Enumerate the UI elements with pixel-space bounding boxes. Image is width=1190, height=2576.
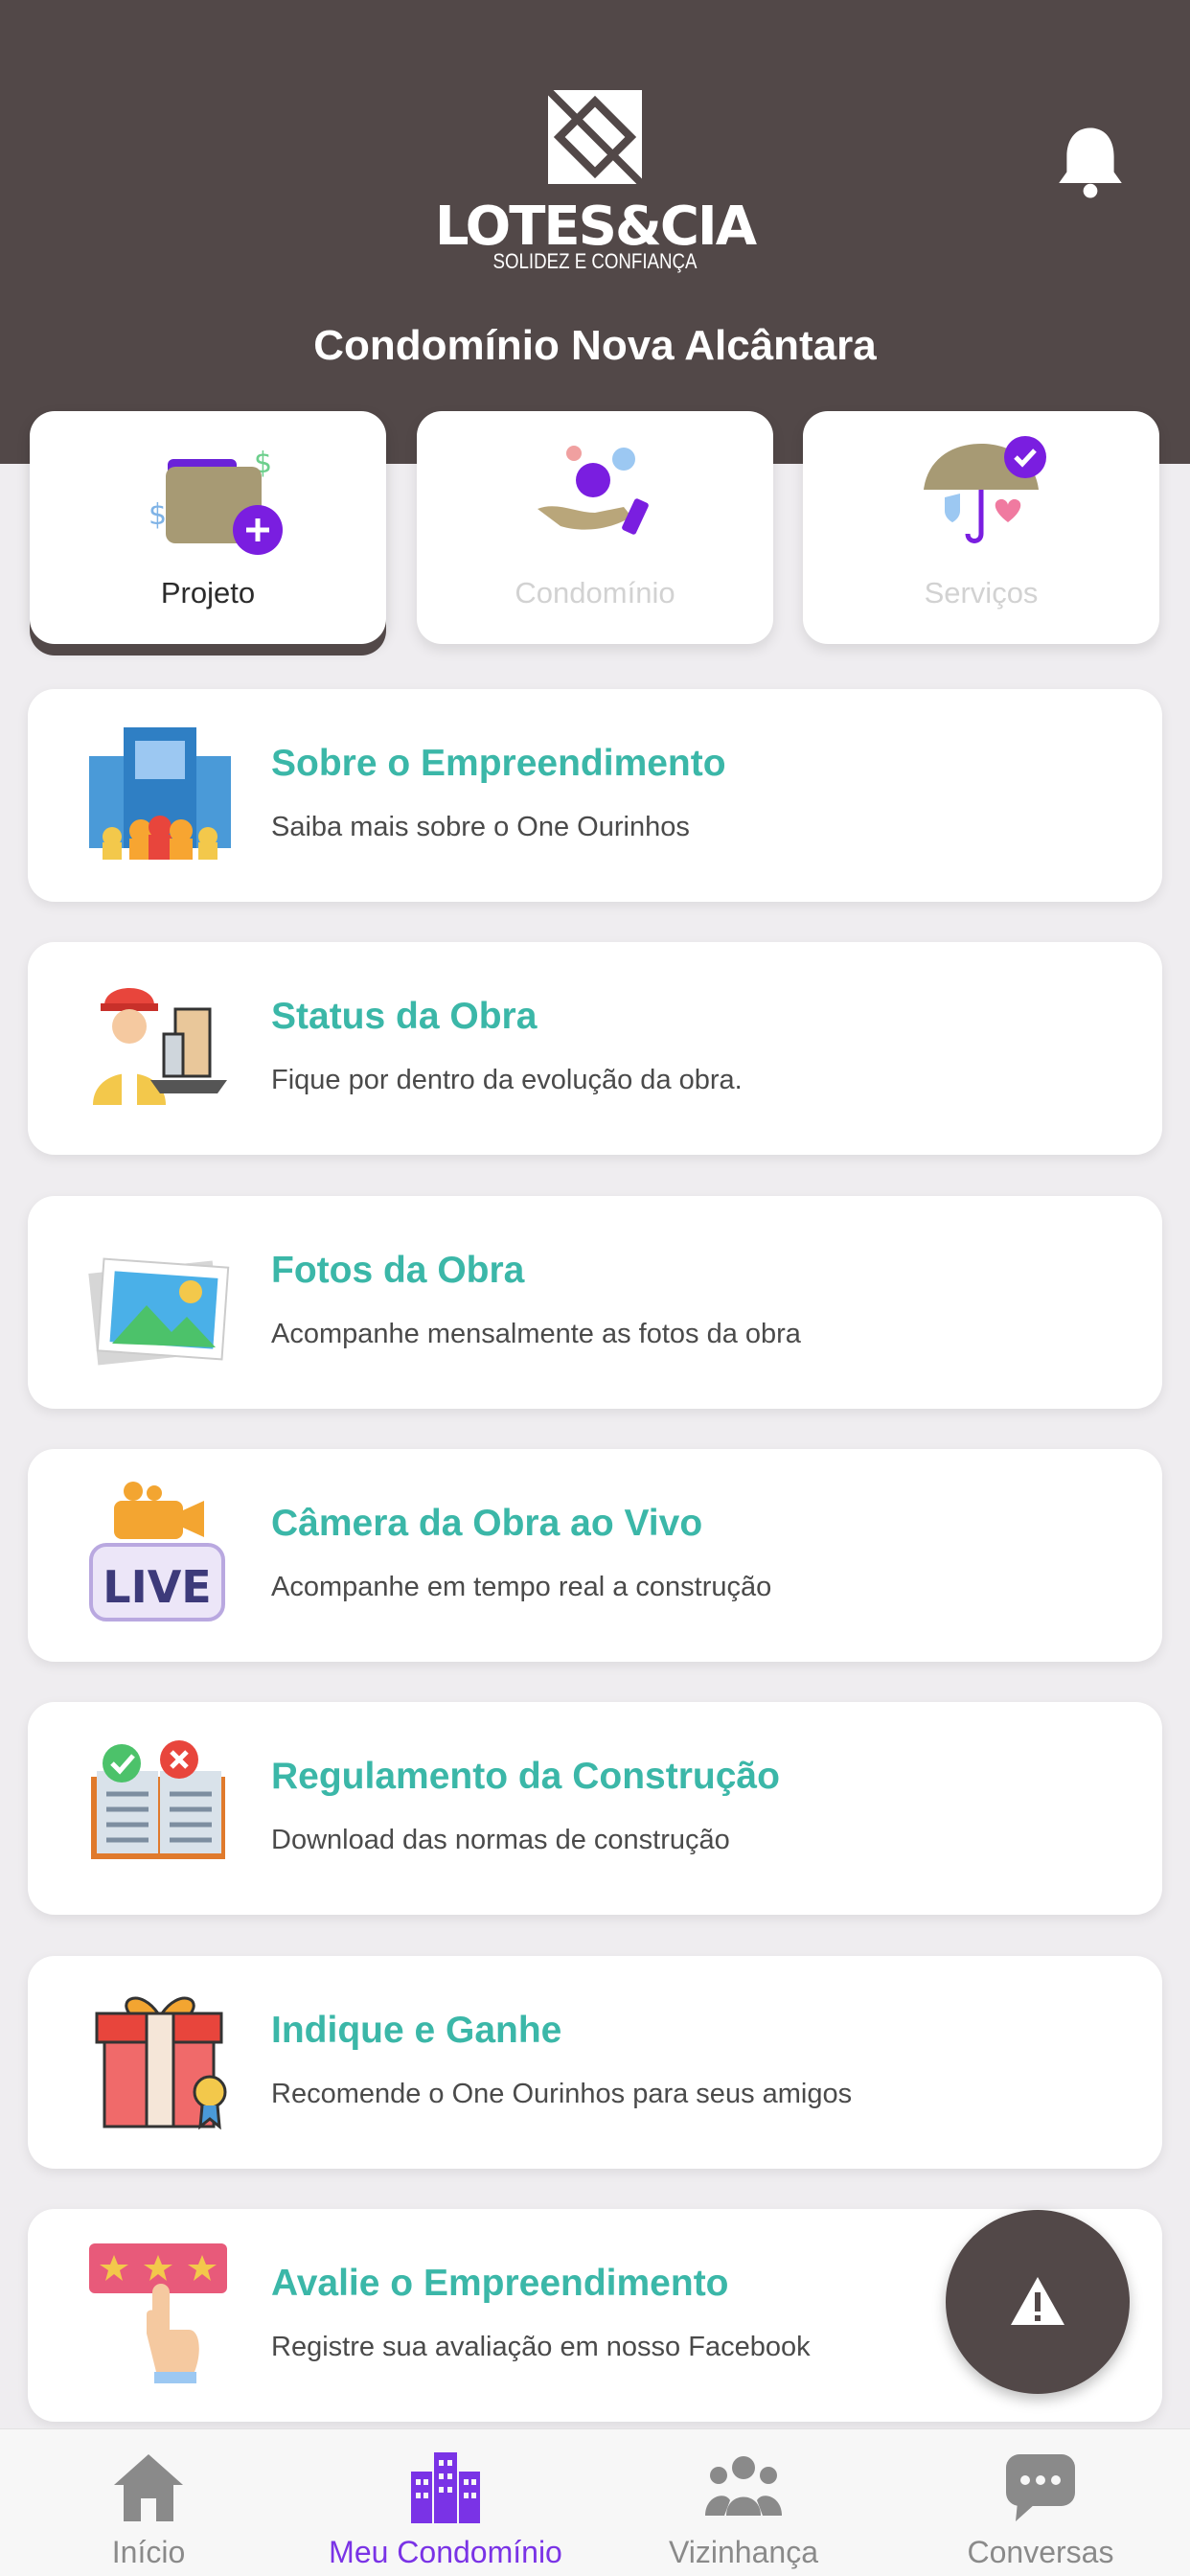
- nav-inicio[interactable]: Início: [0, 2429, 297, 2576]
- gift-icon: [95, 1996, 227, 2130]
- report-problem-button[interactable]: [946, 2210, 1130, 2394]
- logo-mark-icon: [548, 90, 642, 184]
- nav-label: Meu Condomínio: [329, 2535, 562, 2569]
- nav-label: Conversas: [967, 2535, 1114, 2569]
- construction-worker-icon: [93, 988, 227, 1105]
- nav-meu-condominio[interactable]: Meu Condomínio: [297, 2429, 594, 2576]
- logo-tagline: SOLIDEZ E CONFIANÇA: [492, 249, 698, 273]
- nav-conversas[interactable]: Conversas: [892, 2429, 1189, 2576]
- tab-projeto-label: Projeto: [160, 576, 256, 610]
- menu-item-sobre-empreendimento[interactable]: Sobre o Empreendimento Saiba mais sobre …: [28, 689, 1162, 902]
- chat-bubble-icon: [1006, 2454, 1075, 2521]
- people-group-icon: [705, 2456, 782, 2516]
- menu-item-title: Regulamento da Construção: [271, 1756, 780, 1797]
- nav-vizinhanca[interactable]: Vizinhança: [595, 2429, 892, 2576]
- hand-coins-icon: [538, 446, 649, 535]
- nav-label: Início: [111, 2535, 186, 2569]
- condominium-title: Condomínio Nova Alcântara: [313, 322, 877, 369]
- photos-icon: [88, 1257, 230, 1366]
- tab-projeto[interactable]: $ $ Projeto: [30, 411, 386, 644]
- rating-stars-icon: [89, 2243, 227, 2383]
- tab-servicos-label: Serviços: [924, 576, 1039, 610]
- buildings-icon: [411, 2452, 480, 2523]
- bell-icon[interactable]: [1051, 121, 1130, 201]
- svg-text:LIVE: LIVE: [103, 1561, 211, 1613]
- tab-servicos[interactable]: Serviços: [803, 411, 1159, 644]
- menu-item-subtitle: Fique por dentro da evolução da obra.: [271, 1065, 743, 1095]
- header: LOTES&CIA SOLIDEZ E CONFIANÇA Condomínio…: [0, 0, 1190, 464]
- menu-item-title: Câmera da Obra ao Vivo: [271, 1503, 703, 1544]
- menu-item-indique-ganhe[interactable]: Indique e Ganhe Recomende o One Ourinhos…: [28, 1956, 1162, 2169]
- menu-item-title: Avalie o Empreendimento: [271, 2263, 729, 2304]
- home-icon: [114, 2454, 183, 2521]
- tab-condominio-label: Condomínio: [515, 576, 675, 610]
- building-people-icon: [89, 727, 231, 860]
- bottom-navigation: Início Meu Condomínio Vizinhança Convers…: [0, 2428, 1190, 2576]
- menu-item-subtitle: Saiba mais sobre o One Ourinhos: [271, 812, 690, 842]
- menu-item-title: Fotos da Obra: [271, 1250, 525, 1291]
- tab-condominio[interactable]: Condomínio: [417, 411, 773, 644]
- nav-label: Vizinhança: [669, 2535, 818, 2569]
- menu-item-status-obra[interactable]: Status da Obra Fique por dentro da evolu…: [28, 942, 1162, 1155]
- menu-item-subtitle: Download das normas de construção: [271, 1825, 730, 1855]
- menu-item-subtitle: Acompanhe mensalmente as fotos da obra: [271, 1319, 801, 1349]
- menu-item-title: Status da Obra: [271, 996, 538, 1037]
- umbrella-shield-icon: [924, 436, 1046, 543]
- svg-text:$: $: [149, 498, 167, 532]
- wallet-plus-icon: $ $: [149, 447, 283, 555]
- menu-item-regulamento[interactable]: Regulamento da Construção Download das n…: [28, 1702, 1162, 1915]
- menu-item-subtitle: Recomende o One Ourinhos para seus amigo…: [271, 2079, 853, 2109]
- menu-item-fotos-obra[interactable]: Fotos da Obra Acompanhe mensalmente as f…: [28, 1196, 1162, 1409]
- app-logo: LOTES&CIA SOLIDEZ E CONFIANÇA: [0, 82, 1190, 284]
- warning-icon: [1011, 2277, 1064, 2325]
- live-camera-icon: LIVE: [89, 1482, 225, 1622]
- menu-item-camera-ao-vivo[interactable]: LIVE Câmera da Obra ao Vivo Acompanhe em…: [28, 1449, 1162, 1662]
- menu-item-title: Sobre o Empreendimento: [271, 743, 726, 784]
- menu-item-title: Indique e Ganhe: [271, 2010, 562, 2051]
- rulebook-icon: [91, 1740, 225, 1859]
- menu-item-subtitle: Acompanhe em tempo real a construção: [271, 1572, 772, 1602]
- menu-item-subtitle: Registre sua avaliação em nosso Facebook: [271, 2332, 811, 2362]
